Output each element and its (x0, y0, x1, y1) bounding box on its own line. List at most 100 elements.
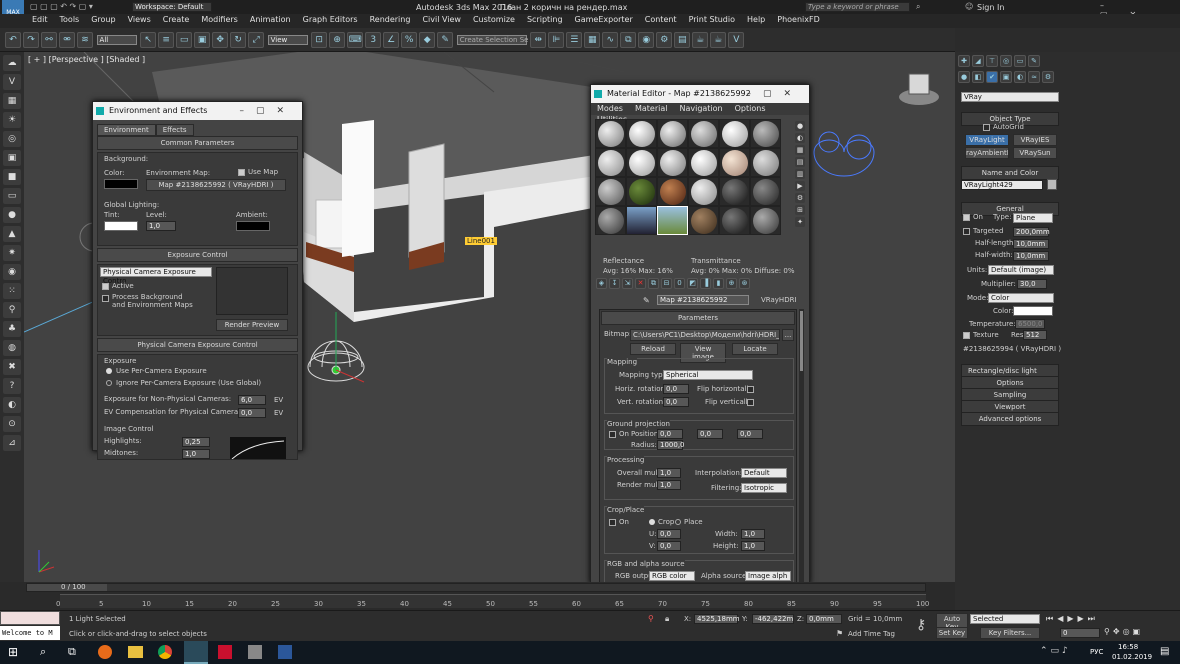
helpers-icon[interactable]: ◐ (1014, 71, 1026, 83)
pivot-icon[interactable]: ⊡ (311, 32, 328, 48)
camera-icon[interactable]: ◐ (3, 397, 21, 413)
menu-phoenixfd[interactable]: PhoenixFD (771, 14, 826, 25)
select-by-name-icon[interactable]: ≡ (158, 32, 175, 48)
units-dropdown[interactable]: Default (image) (988, 265, 1054, 275)
angle-snap-icon[interactable]: ∠ (383, 32, 400, 48)
light-type-dropdown[interactable]: Plane (1013, 213, 1053, 223)
menu-gameexporter[interactable]: GameExporter (569, 14, 639, 25)
reload-button[interactable]: Reload (630, 343, 676, 355)
vray-tool-icon[interactable]: V (3, 74, 21, 90)
sample-slots-grid[interactable] (595, 119, 789, 243)
quick-access-icons[interactable]: ▢ ▢ ▢ ↶ ↷ ▢ ▾ (30, 2, 93, 11)
window-crossing-icon[interactable]: ▣ (194, 32, 211, 48)
mat-window-titlebar[interactable]: Material Editor - Map #2138625992 –▢✕ (591, 85, 809, 103)
task-view-icon[interactable]: ⧉ (68, 645, 76, 659)
viewport-label[interactable]: [ + ] [Perspective ] [Shaded ] (28, 55, 145, 64)
backlight-icon[interactable]: ◐ (795, 133, 805, 143)
info-icon[interactable]: ⊙ (3, 416, 21, 432)
display-tab-icon[interactable]: ▭ (1014, 55, 1026, 67)
menu-graph-editors[interactable]: Graph Editors (297, 14, 364, 25)
vrayies-button[interactable]: VRayIES (1013, 134, 1057, 146)
make-preview-icon[interactable]: ▶ (795, 181, 805, 191)
bitmap-browse-button[interactable]: ... (782, 329, 794, 341)
spacewarps-icon[interactable]: ≈ (1028, 71, 1040, 83)
position-y-input[interactable]: 0,0 (697, 429, 723, 439)
cameras-icon[interactable]: ▣ (1000, 71, 1012, 83)
clock-date[interactable]: 01.02.2019 (1112, 653, 1152, 661)
clock-time[interactable]: 16:58 (1118, 643, 1138, 651)
temperature-input[interactable]: 6500,0 (1015, 319, 1045, 329)
material-id-icon[interactable]: 0 (674, 278, 685, 289)
put-to-library-icon[interactable]: ⊟ (661, 278, 672, 289)
go-to-parent-icon[interactable]: ▮ (713, 278, 724, 289)
bones-icon[interactable]: ⚲ (3, 302, 21, 318)
video-color-icon[interactable]: ▥ (795, 169, 805, 179)
sample-slot[interactable] (719, 177, 750, 206)
time-slider[interactable]: 0 / 100 (26, 583, 926, 592)
geometry-icon[interactable]: ● (958, 71, 970, 83)
sphere-icon[interactable]: ● (3, 207, 21, 223)
language-indicator[interactable]: РУС (1090, 648, 1103, 656)
workspace-dropdown[interactable]: Workspace: Default (132, 2, 212, 12)
make-unique-icon[interactable]: ⧉ (648, 278, 659, 289)
vraylight-button[interactable]: VRayLight (965, 134, 1009, 146)
sample-slot[interactable] (626, 119, 657, 148)
menu-content[interactable]: Content (639, 14, 683, 25)
select-manipulate-icon[interactable]: ⊕ (329, 32, 346, 48)
crop-radio[interactable] (649, 519, 655, 525)
nav-controls[interactable]: ⚲✥◎▣ (1104, 627, 1143, 636)
sample-slot[interactable] (750, 177, 781, 206)
menu-tools[interactable]: Tools (54, 14, 86, 25)
ref-coord-dropdown[interactable]: View (267, 35, 308, 45)
vray-icon[interactable]: V (728, 32, 745, 48)
map-name-dropdown[interactable]: Map #2138625992 (657, 295, 749, 305)
highlights-input[interactable]: 0,25 (182, 437, 210, 447)
notifications-icon[interactable]: ▤ (1160, 646, 1169, 657)
snap-icon[interactable]: 3 (365, 32, 382, 48)
mat-menu-modes[interactable]: Modes (591, 103, 629, 114)
multiplier-input[interactable]: 30,0 (1017, 279, 1047, 289)
move-icon[interactable]: ✥ (212, 32, 229, 48)
tint-color-swatch[interactable] (104, 221, 138, 231)
render-preview-button[interactable]: Render Preview (216, 319, 288, 331)
render-iterative-icon[interactable]: ☕ (710, 32, 727, 48)
add-time-tag[interactable]: Add Time Tag (848, 630, 895, 638)
env-map-button[interactable]: Map #2138625992 ( VRayHDRI ) (146, 179, 286, 191)
pick-material-icon[interactable]: ⊛ (739, 278, 750, 289)
horiz-rotation-input[interactable]: 0,0 (663, 384, 689, 394)
rollout-advanced[interactable]: Advanced options (961, 412, 1059, 426)
sample-slot[interactable] (688, 206, 719, 235)
tree-icon[interactable]: ♣ (3, 321, 21, 337)
rendered-frame-icon[interactable]: ▤ (674, 32, 691, 48)
search-icon[interactable]: ⌕ (916, 2, 920, 12)
mat-menu-options[interactable]: Options (729, 103, 772, 114)
frame-buffer-icon[interactable]: ▦ (3, 93, 21, 109)
sample-slot[interactable] (750, 119, 781, 148)
chrome-icon[interactable] (158, 645, 172, 659)
explorer-icon[interactable] (128, 646, 143, 658)
wrench-icon[interactable]: ✖ (3, 359, 21, 375)
mat-menu-navigation[interactable]: Navigation (673, 103, 728, 114)
env-window-controls[interactable]: –▢✕ (239, 102, 296, 120)
signin-link[interactable]: Sign In (977, 3, 1004, 12)
vrayambient-button[interactable]: rayAmbientLig (965, 147, 1009, 159)
half-width-input[interactable]: 10,0mm (1013, 251, 1049, 261)
selection-set-dropdown[interactable]: Create Selection Se (456, 35, 528, 45)
maxscript-listener[interactable] (0, 611, 60, 625)
position-z-input[interactable]: 0,0 (737, 429, 763, 439)
question-icon[interactable]: ? (3, 378, 21, 394)
firefox-icon[interactable] (98, 645, 112, 659)
background-icon[interactable]: ▦ (795, 145, 805, 155)
level-input[interactable]: 1,0 (146, 221, 176, 231)
sample-slot-active[interactable] (657, 206, 688, 235)
mode-dropdown[interactable]: Color (988, 293, 1054, 303)
sample-slot[interactable] (595, 119, 626, 148)
rotate-icon[interactable]: ↻ (230, 32, 247, 48)
bulb-icon[interactable]: ◎ (3, 131, 21, 147)
object-name-input[interactable]: VRayLight429 (961, 180, 1043, 190)
schematic-icon[interactable]: ⧉ (620, 32, 637, 48)
sample-slot[interactable] (719, 148, 750, 177)
texture-checkbox[interactable] (963, 332, 970, 339)
rgb-output-dropdown[interactable]: RGB color (649, 571, 695, 581)
vraysun-button[interactable]: VRaySun (1013, 147, 1057, 159)
